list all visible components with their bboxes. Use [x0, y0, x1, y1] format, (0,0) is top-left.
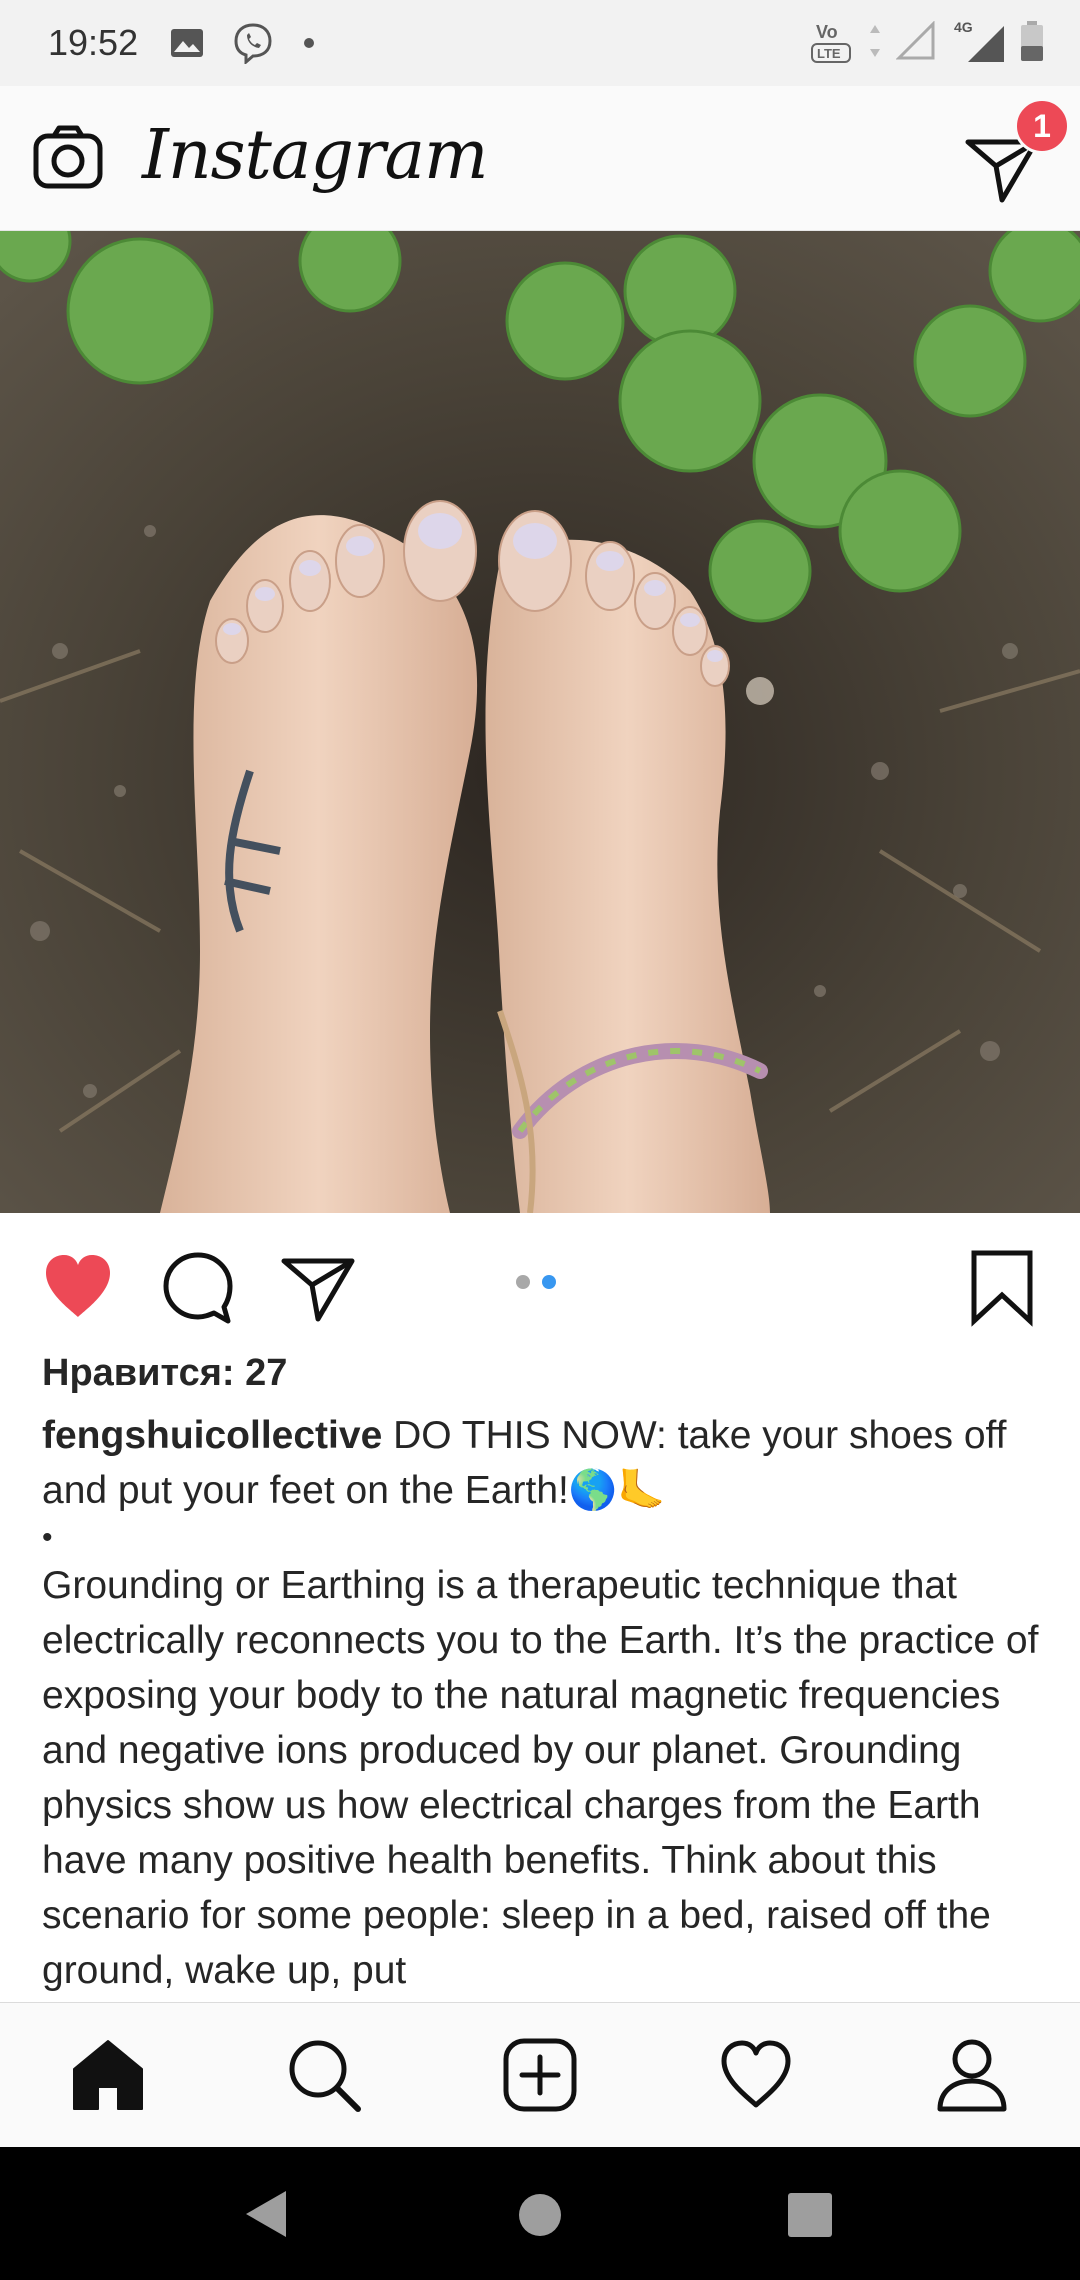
save-icon: [971, 1250, 1033, 1327]
back-button[interactable]: [242, 2187, 292, 2241]
recents-button[interactable]: [786, 2191, 834, 2239]
status-right-icons: Vo LTE 4G: [810, 16, 1044, 66]
signal-icon: [896, 21, 935, 60]
carousel-indicator: [516, 1275, 556, 1289]
battery-icon: [1021, 21, 1043, 61]
camera-icon: [33, 125, 103, 189]
caption-body: Grounding or Earthing is a therapeutic t…: [42, 1564, 1039, 1992]
svg-text:LTE: LTE: [817, 46, 841, 61]
comment-icon: [163, 1252, 233, 1324]
nav-add-post[interactable]: [500, 2035, 580, 2115]
status-time: 19:52: [48, 22, 139, 63]
post-photo[interactable]: [0, 231, 1080, 1213]
nav-search[interactable]: [284, 2035, 364, 2115]
svg-text:4G: 4G: [954, 19, 973, 35]
home-button[interactable]: [516, 2191, 564, 2239]
notification-dot: [304, 38, 314, 48]
like-button[interactable]: [38, 1247, 118, 1327]
gallery-icon: [171, 29, 203, 57]
instagram-logo: Instagram: [142, 116, 488, 195]
post-image: [0, 231, 1080, 1213]
caption-first-line: fengshuicollective DO THIS NOW: take you…: [42, 1408, 1042, 1518]
likes-count[interactable]: Нравится: 27: [42, 1352, 287, 1395]
nav-profile[interactable]: [932, 2035, 1012, 2115]
app-bar: Instagram 1: [0, 86, 1080, 231]
system-navigation-bar: [0, 2147, 1080, 2280]
post-username[interactable]: fengshuicollective: [42, 1414, 382, 1457]
activity-icon: [721, 2040, 791, 2108]
direct-message-badge: 1: [1014, 98, 1070, 154]
share-button[interactable]: [278, 1247, 358, 1327]
caption-bullet: •: [42, 1521, 53, 1554]
search-icon: [289, 2040, 361, 2112]
carousel-dot-active: [542, 1275, 556, 1289]
4g-signal-icon: 4G: [954, 19, 1004, 62]
data-arrows-icon: [870, 25, 880, 57]
share-icon: [281, 1258, 355, 1322]
home-icon: [73, 2040, 143, 2110]
profile-icon: [937, 2039, 1007, 2112]
bottom-navigation: [0, 2002, 1080, 2148]
nav-activity[interactable]: [716, 2035, 796, 2115]
add-post-icon: [503, 2038, 577, 2112]
svg-text:Vo: Vo: [816, 22, 838, 42]
viber-icon: [234, 23, 272, 64]
save-button[interactable]: [962, 1247, 1042, 1327]
comment-button[interactable]: [158, 1247, 238, 1327]
status-left-icons: [170, 22, 316, 64]
nav-home[interactable]: [68, 2035, 148, 2115]
like-icon: [46, 1255, 110, 1317]
status-bar: 19:52 Vo LTE 4G: [0, 0, 1080, 86]
carousel-dot: [516, 1275, 530, 1289]
camera-button[interactable]: [30, 122, 106, 198]
post-caption: fengshuicollective DO THIS NOW: take you…: [42, 1408, 1042, 1998]
post-actions: [0, 1213, 1080, 1348]
volte-icon: Vo LTE: [811, 22, 851, 63]
